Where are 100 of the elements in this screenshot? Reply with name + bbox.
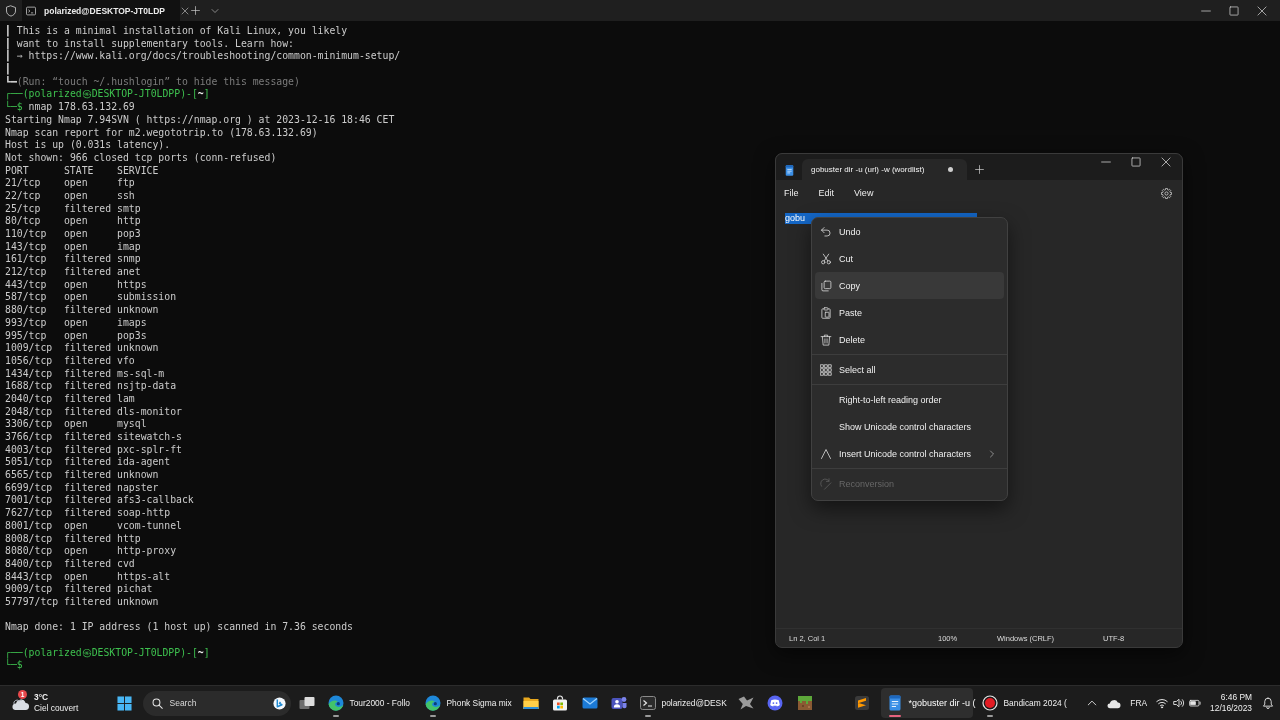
menu-item[interactable]: Copy [815, 272, 1004, 299]
output-line: Starting Nmap 7.94SVN ( https://nmap.org ) at 2023-12-16 18:46 CET [5, 113, 395, 127]
table-cell: 4003/tcp [5, 443, 53, 457]
taskbar-app-button[interactable]: Phonk Sigma mix [419, 688, 516, 718]
settings-icon[interactable] [1161, 187, 1172, 199]
table-cell: 80/tcp [5, 215, 41, 228]
table-cell: 1434/tcp [5, 367, 53, 381]
table-cell: filtered [63, 595, 112, 609]
table-cell: sitewatch-s [117, 431, 182, 444]
copy-icon [820, 279, 832, 292]
table-cell: 1688/tcp [5, 380, 53, 393]
table-cell: 993/tcp [5, 316, 47, 330]
shopping-bag-icon [552, 695, 569, 711]
menu-item[interactable]: Insert Unicode control characters [815, 440, 1004, 467]
taskbar-app-button[interactable]: *gobuster dir -u ( [881, 688, 973, 718]
table-cell: pop3 [117, 228, 141, 241]
table-cell: filtered [63, 494, 112, 508]
table-cell: filtered [63, 431, 112, 444]
table-cell: open [63, 189, 88, 203]
table-cell: filtered [63, 367, 112, 381]
table-cell: 443/tcp [5, 278, 47, 292]
banner-line: ┃ [5, 63, 11, 75]
table-cell: filtered [63, 304, 112, 317]
close-icon[interactable] [181, 6, 189, 15]
table-cell: ssh [117, 189, 135, 203]
table-cell: https [117, 278, 147, 292]
maximize-icon[interactable] [1131, 157, 1141, 167]
menu-item[interactable]: Paste [815, 299, 1004, 326]
maximize-icon[interactable] [1229, 5, 1239, 16]
table-cell: 212/tcp [5, 266, 47, 279]
table-cell: 2040/tcp [5, 392, 53, 406]
swirl-icon [327, 695, 344, 711]
banner-corner: ┗━ [5, 75, 17, 89]
table-cell: imap [117, 240, 141, 254]
table-cell: filtered [63, 202, 112, 216]
table-cell: open [63, 418, 88, 431]
table-cell: filtered [63, 507, 112, 520]
output-line: Nmap done: 1 IP address (1 host up) scanned in 7.36 seconds [5, 621, 353, 634]
table-cell: open [63, 228, 88, 241]
table-cell: napster [117, 481, 159, 495]
clock-time[interactable]: 6:46 PM [1220, 692, 1252, 703]
plus-icon[interactable] [975, 165, 984, 174]
table-cell: open [63, 215, 88, 228]
table-cell: 1009/tcp [5, 342, 53, 355]
ribbon-circle-icon[interactable] [272, 696, 286, 710]
column-header: PORT [5, 164, 29, 178]
menu-item[interactable]: Right-to-left reading order [815, 386, 1004, 413]
battery-icon[interactable] [1189, 697, 1202, 709]
shield-icon[interactable] [5, 4, 17, 17]
table-cell: http-proxy [117, 545, 177, 558]
temperature-text: 3°C [34, 692, 49, 703]
column-header: SERVICE [117, 164, 159, 178]
trash-icon [820, 333, 832, 346]
table-cell: 8001/tcp [5, 519, 53, 533]
table-cell: 995/tcp [5, 329, 47, 343]
taskbar-app-button[interactable]: polarized@DESK [634, 688, 731, 718]
table-cell: filtered [63, 392, 112, 406]
prompt-line: ┌──(polarized㉿DESKTOP-JT0LDPP)-[~] [5, 646, 210, 660]
table-cell: 8400/tcp [5, 557, 53, 571]
table-cell: imaps [117, 316, 147, 330]
menu-item[interactable]: File [776, 185, 807, 201]
taskbar-app-button[interactable]: Bandicam 2024 ( [976, 688, 1073, 718]
bell-icon[interactable] [1262, 697, 1274, 709]
command-text: nmap 178.63.132.69 [28, 101, 135, 114]
search-field[interactable]: Search [142, 690, 291, 716]
menu-item[interactable]: Cut [815, 245, 1004, 272]
grass-block-icon [796, 695, 813, 711]
table-cell: dls-monitor [117, 405, 182, 419]
table-cell: 587/tcp [5, 291, 47, 305]
table-cell: filtered [63, 253, 112, 267]
output-line: Not shown: 966 closed tcp ports (conn-refused) [5, 151, 277, 165]
jagged-emblem-icon [737, 695, 754, 711]
notepad-icon [784, 165, 795, 176]
document-tab[interactable]: gobuster dir -u (url) -w (wordlist) [802, 159, 967, 180]
table-cell: 3766/tcp [5, 431, 53, 444]
plus-icon[interactable] [191, 6, 200, 15]
pen-arrow-icon [820, 477, 832, 490]
table-cell: filtered [63, 380, 112, 393]
clock-date[interactable]: 12/16/2023 [1210, 703, 1252, 714]
table-cell: 22/tcp [5, 189, 41, 203]
close-icon[interactable] [1257, 5, 1267, 16]
taskbar-app-button[interactable]: Tour2000 - Follo [322, 688, 419, 718]
menu-item[interactable]: View [846, 185, 882, 201]
table-cell: afs3-callback [117, 494, 194, 508]
envelope-icon [581, 695, 598, 711]
table-cell: open [63, 316, 88, 330]
language-indicator[interactable]: FRA [1130, 698, 1148, 708]
table-cell: filtered [63, 405, 112, 419]
menu-item[interactable]: Edit [810, 185, 843, 201]
menu-item[interactable]: Show Unicode control characters [815, 413, 1004, 440]
chevron-up-icon[interactable] [1087, 698, 1098, 708]
select-all-icon [820, 363, 832, 376]
menu-item[interactable]: Select all [815, 356, 1004, 383]
wifi-icon[interactable] [1156, 697, 1169, 709]
table-cell: 9009/tcp [5, 583, 53, 596]
table-cell: submission [117, 291, 177, 305]
menu-item[interactable]: Delete [815, 326, 1004, 353]
table-cell: http [117, 215, 141, 228]
close-icon[interactable] [1161, 157, 1171, 167]
speaker-icon[interactable] [1173, 697, 1186, 709]
